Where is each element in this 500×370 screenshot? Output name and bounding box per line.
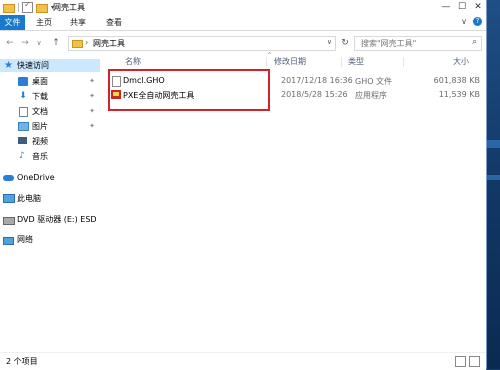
computer-icon <box>3 194 15 203</box>
chevron-down-icon[interactable]: ∨ <box>327 38 332 46</box>
minimize-button[interactable]: — <box>438 0 454 14</box>
toolbar-divider <box>18 3 19 12</box>
sidebar-item-this-pc[interactable]: 此电脑 <box>0 192 100 205</box>
properties-icon[interactable] <box>22 0 33 13</box>
sidebar-item-pictures[interactable]: 图片 ✦ <box>0 120 100 133</box>
sidebar-item-music[interactable]: ♪ 音乐 <box>0 150 100 163</box>
file-size: 601,838 KB <box>433 76 480 85</box>
sidebar-item-dvd-drive[interactable]: DVD 驱动器 (E:) ESD <box>0 213 100 226</box>
column-header-date[interactable]: 修改日期 <box>274 55 306 69</box>
desktop-background <box>486 0 500 369</box>
help-icon[interactable]: ? <box>473 17 482 26</box>
sidebar-item-label: 音乐 <box>32 152 48 161</box>
search-input[interactable]: 搜索"网壳工具" ⌕ <box>354 36 482 51</box>
title-bar: ▾ 网壳工具 — ☐ ✕ <box>0 0 486 14</box>
column-header-type[interactable]: 类型 <box>348 55 364 69</box>
breadcrumb-current[interactable]: 网壳工具 <box>93 38 125 49</box>
sidebar-item-desktop[interactable]: 桌面 ✦ <box>0 75 100 88</box>
pin-icon[interactable]: ✦ <box>89 75 95 88</box>
status-bar: 2 个项目 <box>0 352 486 370</box>
details-view-icon[interactable] <box>455 356 466 367</box>
sidebar-item-label: 网络 <box>17 235 33 244</box>
ribbon-tabs: 文件 主页 共享 查看 ∨ ? <box>0 15 486 31</box>
star-icon: ★ <box>4 60 13 71</box>
file-type: GHO 文件 <box>355 77 393 86</box>
tab-home[interactable]: 主页 <box>30 15 58 30</box>
search-icon: ⌕ <box>471 37 477 47</box>
sidebar-item-label: DVD 驱动器 (E:) ESD <box>17 215 97 224</box>
window-title: 网壳工具 <box>53 3 85 12</box>
forward-button[interactable]: → <box>19 36 31 50</box>
path-separator[interactable]: › <box>85 38 88 47</box>
folder-icon <box>3 3 15 13</box>
up-button[interactable]: ↑ <box>50 36 62 50</box>
sidebar-item-label: 此电脑 <box>17 194 41 203</box>
sidebar-item-downloads[interactable]: ⬇ 下载 ✦ <box>0 90 100 103</box>
desktop-light-beam <box>486 140 500 148</box>
sidebar-item-quick-access[interactable]: ★ 快速访问 <box>0 59 100 72</box>
navigation-pane: ★ 快速访问 桌面 ✦ ⬇ 下载 ✦ 文档 ✦ 图片 ✦ 视频 ♪ 音乐 One… <box>0 55 100 352</box>
search-placeholder: 搜索"网壳工具" <box>361 39 417 48</box>
sidebar-item-label: OneDrive <box>17 173 55 182</box>
sort-ascending-icon: ^ <box>267 52 273 59</box>
music-icon: ♪ <box>19 151 25 161</box>
document-icon <box>19 107 28 117</box>
navigation-bar: ← → ∨ ↑ › 网壳工具 ∨ ↻ 搜索"网壳工具" ⌕ <box>0 33 486 53</box>
file-type: 应用程序 <box>355 91 387 100</box>
folder-icon <box>72 40 83 48</box>
sidebar-item-label: 下载 <box>32 92 48 101</box>
column-divider[interactable] <box>403 57 404 67</box>
desktop-icon <box>18 77 28 86</box>
sidebar-item-videos[interactable]: 视频 <box>0 135 100 148</box>
tab-share[interactable]: 共享 <box>64 15 92 30</box>
network-icon <box>3 237 14 245</box>
highlight-box <box>108 69 270 111</box>
dvd-icon <box>3 217 15 225</box>
maximize-button[interactable]: ☐ <box>454 0 470 14</box>
video-icon <box>18 137 27 144</box>
large-icons-view-icon[interactable] <box>469 356 480 367</box>
sidebar-item-label: 快速访问 <box>17 61 49 70</box>
quick-access-toolbar: ▾ <box>3 0 54 13</box>
close-button[interactable]: ✕ <box>470 0 486 14</box>
item-count: 2 个项目 <box>6 357 38 366</box>
desktop-light-beam <box>486 175 500 180</box>
new-folder-icon[interactable] <box>36 3 48 13</box>
cloud-icon <box>3 175 14 181</box>
file-date: 2018/5/28 15:26 <box>281 90 348 99</box>
sidebar-item-network[interactable]: 网络 <box>0 233 100 246</box>
refresh-icon[interactable]: ↻ <box>339 37 351 49</box>
column-divider[interactable] <box>341 57 342 67</box>
ribbon-controls: ∨ ? <box>461 17 482 26</box>
picture-icon <box>18 122 29 131</box>
sidebar-item-onedrive[interactable]: OneDrive <box>0 171 100 184</box>
expand-ribbon-icon[interactable]: ∨ <box>461 17 467 26</box>
sidebar-item-label: 图片 <box>32 122 48 131</box>
pin-icon[interactable]: ✦ <box>89 105 95 118</box>
sidebar-item-documents[interactable]: 文档 ✦ <box>0 105 100 118</box>
tab-file[interactable]: 文件 <box>0 15 25 30</box>
address-bar[interactable]: › 网壳工具 ∨ <box>68 36 336 51</box>
view-switcher <box>455 356 480 367</box>
sidebar-item-label: 视频 <box>32 137 48 146</box>
download-icon: ⬇ <box>19 91 27 101</box>
sidebar-item-label: 桌面 <box>32 77 48 86</box>
file-size: 11,539 KB <box>438 90 480 99</box>
sidebar-item-label: 文档 <box>32 107 48 116</box>
column-header-name[interactable]: 名称 <box>125 55 141 69</box>
file-date: 2017/12/18 16:36 <box>281 76 353 85</box>
column-header-size[interactable]: 大小 <box>453 55 469 69</box>
pin-icon[interactable]: ✦ <box>89 120 95 133</box>
explorer-window: ▾ 网壳工具 — ☐ ✕ 文件 主页 共享 查看 ∨ ? ← → ∨ ↑ › 网… <box>0 0 487 370</box>
tab-view[interactable]: 查看 <box>100 15 128 30</box>
back-button[interactable]: ← <box>4 36 16 50</box>
recent-locations-button[interactable]: ∨ <box>33 36 45 50</box>
pin-icon[interactable]: ✦ <box>89 90 95 103</box>
column-divider[interactable] <box>266 57 267 67</box>
